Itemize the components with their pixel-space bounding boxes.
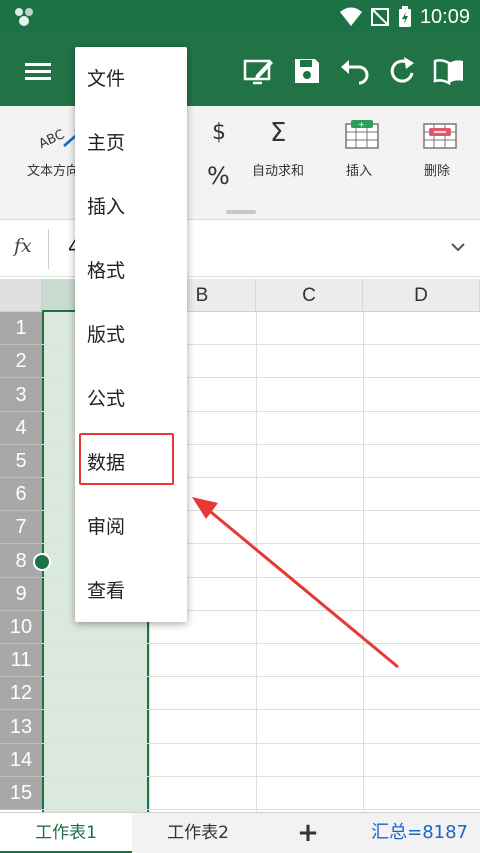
menu-item-file[interactable]: 文件 xyxy=(75,47,187,111)
fx-icon[interactable]: fx xyxy=(14,235,32,257)
row-header[interactable]: 6 xyxy=(0,478,42,511)
autosum-button[interactable]: Σ 自动求和 xyxy=(248,114,316,190)
select-all-corner[interactable] xyxy=(0,279,42,312)
row-gridline xyxy=(42,709,480,710)
no-signal-icon xyxy=(370,8,389,26)
row-header[interactable]: 10 xyxy=(0,611,42,644)
column-resize-handle[interactable] xyxy=(33,553,51,571)
insert-cells-icon: + xyxy=(345,120,379,149)
delete-cells-icon xyxy=(423,123,457,149)
save-icon[interactable] xyxy=(291,55,323,87)
menu-item-format[interactable]: 格式 xyxy=(75,239,187,303)
reader-icon[interactable] xyxy=(433,55,465,87)
row-header[interactable]: 11 xyxy=(0,644,42,677)
row-gridline xyxy=(42,809,480,810)
status-time: 10:09 xyxy=(419,5,470,28)
delete-label: 删除 xyxy=(424,164,451,179)
row-gridline xyxy=(42,776,480,777)
ribbon-grip-handle[interactable] xyxy=(226,210,256,214)
insert-label: 插入 xyxy=(346,164,373,179)
sheet-tab-bar: 工作表1 工作表2 + 汇总=8187 xyxy=(0,812,480,853)
row-header[interactable]: 1 xyxy=(0,312,42,345)
column-gridline xyxy=(256,312,257,812)
status-bar: 10:09 xyxy=(0,0,480,33)
row-gridline xyxy=(42,743,480,744)
column-header-d[interactable]: D xyxy=(363,279,480,312)
wifi-icon xyxy=(339,7,362,26)
currency-button[interactable]: $ xyxy=(212,120,226,145)
row-header[interactable]: 15 xyxy=(0,777,42,810)
edit-icon[interactable] xyxy=(242,55,274,87)
sum-summary[interactable]: 汇总=8187 xyxy=(371,813,468,853)
row-gridline xyxy=(42,643,480,644)
row-header[interactable]: 12 xyxy=(0,677,42,710)
menu-item-formulas[interactable]: 公式 xyxy=(75,367,187,431)
menu-item-review[interactable]: 审阅 xyxy=(75,495,187,559)
ribbon-tab-menu: 文件 主页 插入 格式 版式 公式 数据 审阅 查看 xyxy=(75,47,187,622)
row-gridline xyxy=(42,676,480,677)
formula-bar: fx 4 xyxy=(0,221,480,277)
undo-icon[interactable] xyxy=(339,55,371,87)
battery-icon xyxy=(398,6,411,27)
row-header[interactable]: 13 xyxy=(0,710,42,744)
formula-divider xyxy=(48,229,49,269)
row-header[interactable]: 9 xyxy=(0,578,42,611)
text-direction-glyph: ABC xyxy=(37,127,68,152)
sheet-tab-2[interactable]: 工作表2 xyxy=(132,813,264,853)
row-header[interactable]: 3 xyxy=(0,378,42,412)
row-header[interactable]: 14 xyxy=(0,744,42,777)
sheet-tab-1[interactable]: 工作表1 xyxy=(0,813,132,853)
menu-icon[interactable] xyxy=(22,55,54,87)
row-header[interactable]: 7 xyxy=(0,511,42,544)
percent-button[interactable]: % xyxy=(207,162,230,190)
app-bar xyxy=(0,33,480,106)
delete-button[interactable]: 删除 xyxy=(412,114,468,190)
row-header[interactable]: 2 xyxy=(0,345,42,378)
ribbon: ABC 文本方向 $ % Σ 自动求和 + 插入 删除 xyxy=(0,106,480,220)
menu-item-view[interactable]: 查看 xyxy=(75,559,187,623)
autosum-label: 自动求和 xyxy=(252,164,305,179)
column-gridline xyxy=(363,312,364,812)
redo-icon[interactable] xyxy=(386,55,418,87)
app-logo-icon xyxy=(15,8,33,26)
menu-item-layout[interactable]: 版式 xyxy=(75,303,187,367)
menu-item-home[interactable]: 主页 xyxy=(75,111,187,175)
highlight-box xyxy=(79,433,174,485)
insert-button[interactable]: + 插入 xyxy=(334,114,390,190)
row-header[interactable]: 5 xyxy=(0,445,42,478)
text-direction-label: 文本方向 xyxy=(27,164,80,179)
menu-item-insert[interactable]: 插入 xyxy=(75,175,187,239)
chevron-down-icon[interactable] xyxy=(450,241,466,253)
svg-text:+: + xyxy=(358,120,365,129)
column-header-c[interactable]: C xyxy=(256,279,363,312)
row-header[interactable]: 4 xyxy=(0,412,42,445)
add-sheet-button[interactable]: + xyxy=(264,813,352,853)
sum-icon: Σ xyxy=(270,118,287,148)
